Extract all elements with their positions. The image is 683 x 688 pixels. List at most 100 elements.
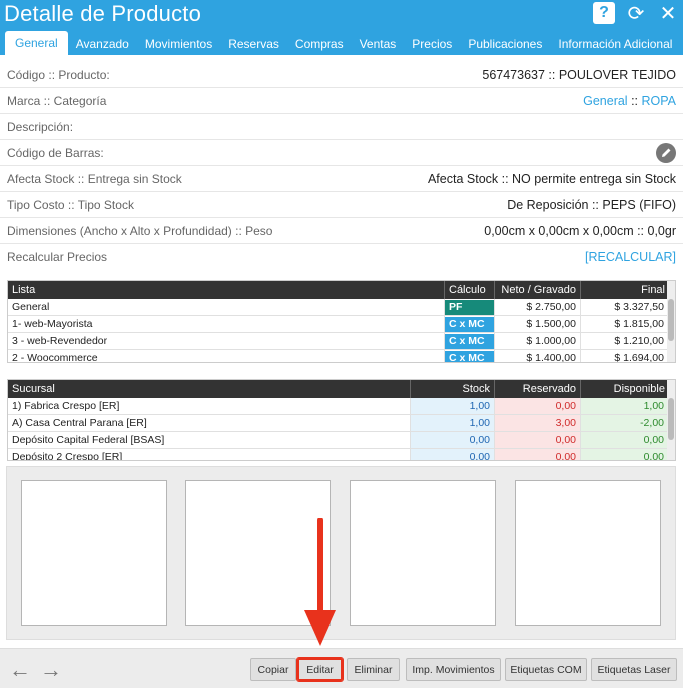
reservado-cell: 0,00 (495, 432, 581, 448)
col-neto[interactable]: Neto / Gravado (495, 281, 581, 299)
stock-table-scrollbar[interactable] (667, 380, 675, 460)
col-stock[interactable]: Stock (411, 380, 495, 398)
info-row-dimensiones: Dimensiones (Ancho x Alto x Profundidad)… (0, 218, 683, 244)
tab-informacion-adicional[interactable]: Información Adicional (550, 33, 680, 55)
info-row-descripcion: Descripción: (0, 114, 683, 140)
annotation-arrow-icon (304, 518, 336, 646)
refresh-icon[interactable]: ⟳ (625, 2, 647, 25)
col-reservado[interactable]: Reservado (495, 380, 581, 398)
marca-link[interactable]: General (583, 94, 627, 108)
image-slot[interactable] (350, 480, 496, 626)
calc-badge: C x MC (445, 316, 494, 332)
dimensiones-value: 0,00cm x 0,00cm x 0,00cm :: 0,0gr (484, 223, 676, 238)
calculo-cell: C x MC (445, 350, 495, 362)
marca-label: Marca :: Categoría (7, 93, 107, 108)
descripcion-label: Descripción: (7, 119, 74, 134)
reservado-cell: 3,00 (495, 415, 581, 431)
reservado-cell: 0,00 (495, 449, 581, 460)
final-cell: $ 1.210,00 (581, 333, 669, 349)
col-disponible[interactable]: Disponible (581, 380, 669, 398)
col-lista[interactable]: Lista (8, 281, 445, 299)
stock-cell: 0,00 (411, 432, 495, 448)
tab-bar: General Avanzado Movimientos Reservas Co… (5, 31, 680, 55)
calculo-cell: C x MC (445, 333, 495, 349)
col-sucursal[interactable]: Sucursal (8, 380, 411, 398)
sucursal-cell: A) Casa Central Parana [ER] (8, 415, 411, 431)
window-header: Detalle de Producto ? ⟳ ✕ General Avanza… (0, 0, 683, 55)
info-row-stock: Afecta Stock :: Entrega sin Stock Afecta… (0, 166, 683, 192)
tab-compras[interactable]: Compras (287, 33, 352, 55)
product-images-panel (6, 466, 676, 640)
costo-value: De Reposición :: PEPS (FIFO) (507, 197, 676, 212)
recalcular-label: Recalcular Precios (7, 250, 108, 264)
info-row-marca: Marca :: Categoría General :: ROPA (0, 88, 683, 114)
calc-badge: PF (445, 299, 494, 315)
codigo-value: 567473637 :: POULOVER TEJIDO (482, 67, 676, 82)
col-calculo[interactable]: Cálculo (445, 281, 495, 299)
calculo-cell: C x MC (445, 316, 495, 332)
costo-label: Tipo Costo :: Tipo Stock (7, 197, 134, 212)
forward-arrow-icon[interactable]: → (40, 657, 62, 683)
image-slot[interactable] (21, 480, 167, 626)
reservado-cell: 0,00 (495, 398, 581, 414)
table-header: Lista Cálculo Neto / Gravado Final (8, 281, 675, 299)
info-row-costo: Tipo Costo :: Tipo Stock De Reposición :… (0, 192, 683, 218)
lista-cell: 1- web-Mayorista (8, 316, 445, 332)
disponible-cell: 0,00 (581, 449, 669, 460)
tab-ventas[interactable]: Ventas (352, 33, 405, 55)
tab-avanzado[interactable]: Avanzado (68, 33, 137, 55)
table-row[interactable]: General PF $ 2.750,00 $ 3.327,50 (8, 299, 675, 316)
product-info: Código :: Producto: 567473637 :: POULOVE… (0, 62, 683, 270)
back-arrow-icon[interactable]: ← (9, 657, 31, 683)
tab-reservas[interactable]: Reservas (220, 33, 287, 55)
lista-cell: General (8, 299, 445, 315)
header-actions: ? ⟳ ✕ (593, 2, 679, 25)
table-row[interactable]: 1) Fabrica Crespo [ER] 1,00 0,00 1,00 (8, 398, 675, 415)
tab-general[interactable]: General (5, 31, 68, 55)
table-row[interactable]: Depósito Capital Federal [BSAS] 0,00 0,0… (8, 432, 675, 449)
codigo-label: Código :: Producto: (7, 67, 110, 82)
categoria-link[interactable]: ROPA (642, 94, 677, 108)
price-table-scrollbar[interactable] (667, 281, 675, 362)
imp-movimientos-button[interactable]: Imp. Movimientos (406, 658, 501, 681)
barras-label: Código de Barras: (7, 145, 104, 160)
final-cell: $ 3.327,50 (581, 299, 669, 315)
disponible-cell: 0,00 (581, 432, 669, 448)
recalcular-link[interactable]: [RECALCULAR] (585, 250, 676, 264)
disponible-cell: 1,00 (581, 398, 669, 414)
stock-cell: 1,00 (411, 398, 495, 414)
pencil-icon[interactable] (656, 142, 676, 163)
tab-precios[interactable]: Precios (404, 33, 460, 55)
table-row[interactable]: 3 - web-Revendedor C x MC $ 1.000,00 $ 1… (8, 333, 675, 350)
stock-cell: 1,00 (411, 415, 495, 431)
help-icon[interactable]: ? (593, 2, 615, 24)
tab-publicaciones[interactable]: Publicaciones (460, 33, 550, 55)
price-list-table: Lista Cálculo Neto / Gravado Final Gener… (7, 280, 676, 363)
table-row[interactable]: 2 - Woocommerce C x MC $ 1.400,00 $ 1.69… (8, 350, 675, 362)
neto-cell: $ 2.750,00 (495, 299, 581, 315)
table-header: Sucursal Stock Reservado Disponible (8, 380, 675, 398)
neto-cell: $ 1.400,00 (495, 350, 581, 362)
info-row-codigo: Código :: Producto: 567473637 :: POULOVE… (0, 62, 683, 88)
close-icon[interactable]: ✕ (657, 2, 679, 25)
lista-cell: 2 - Woocommerce (8, 350, 445, 362)
sucursal-cell: 1) Fabrica Crespo [ER] (8, 398, 411, 414)
calculo-cell: PF (445, 299, 495, 315)
window-title: Detalle de Producto (4, 1, 202, 26)
footer-toolbar: ← → Copiar Editar Eliminar Imp. Movimien… (0, 648, 683, 688)
table-row[interactable]: Depósito 2 Crespo [ER] 0,00 0,00 0,00 (8, 449, 675, 460)
editar-button[interactable]: Editar (296, 657, 344, 682)
image-slot[interactable] (515, 480, 661, 626)
stock-table: Sucursal Stock Reservado Disponible 1) F… (7, 379, 676, 461)
etiquetas-laser-button[interactable]: Etiquetas Laser (591, 658, 677, 681)
etiquetas-com-button[interactable]: Etiquetas COM (505, 658, 587, 681)
table-row[interactable]: A) Casa Central Parana [ER] 1,00 3,00 -2… (8, 415, 675, 432)
col-final[interactable]: Final (581, 281, 669, 299)
marca-separator: :: (627, 93, 642, 108)
table-row[interactable]: 1- web-Mayorista C x MC $ 1.500,00 $ 1.8… (8, 316, 675, 333)
tab-movimientos[interactable]: Movimientos (137, 33, 220, 55)
copiar-button[interactable]: Copiar (250, 658, 296, 681)
calc-badge: C x MC (445, 333, 494, 349)
eliminar-button[interactable]: Eliminar (347, 658, 400, 681)
calc-badge: C x MC (445, 350, 494, 362)
